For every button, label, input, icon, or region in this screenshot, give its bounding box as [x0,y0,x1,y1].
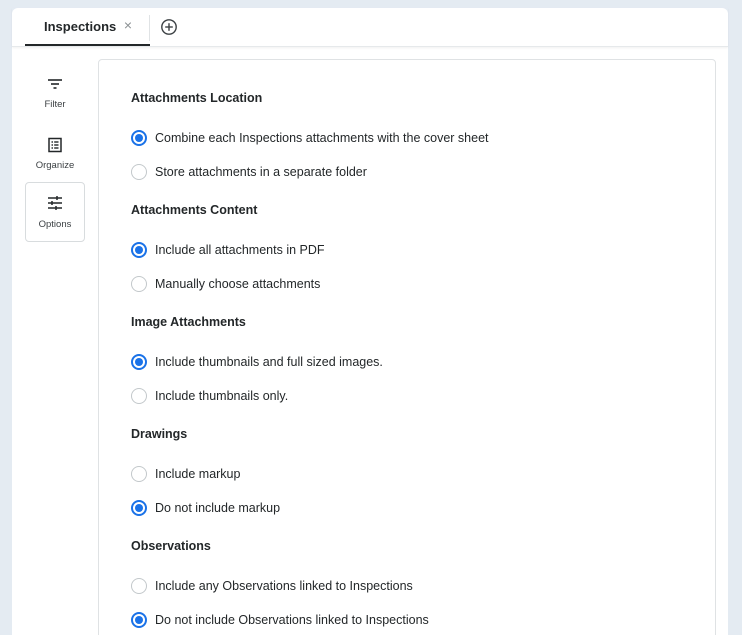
section-title-observations: Observations [131,539,211,553]
options-content: Attachments Location Combine each Inspec… [98,59,716,635]
section-title-attachments-location: Attachments Location [131,91,263,105]
radio-button[interactable] [131,276,147,292]
radio-button[interactable] [131,578,147,594]
close-icon[interactable]: × [121,18,135,32]
radio-button[interactable] [131,130,147,146]
radio-button[interactable] [131,500,147,516]
sidebar-item-label: Options [38,219,72,230]
list-box-icon [48,137,62,153]
radio-label: Include all attachments in PDF [155,243,325,257]
sliders-icon [48,196,62,210]
tab-divider [149,15,150,41]
radio-label: Include thumbnails and full sized images… [155,355,383,369]
export-panel: Inspections × Filter Organize Options At… [12,8,728,635]
sidebar-item-options[interactable]: Options [25,182,85,242]
section-title-image-attachments: Image Attachments [131,315,246,329]
radio-button[interactable] [131,612,147,628]
sidebar-item-organize[interactable]: Organize [25,123,85,183]
radio-label: Store attachments in a separate folder [155,165,367,179]
filter-icon [48,79,62,89]
radio-label: Include any Observations linked to Inspe… [155,579,413,593]
add-tab-button[interactable] [160,18,178,36]
radio-button[interactable] [131,354,147,370]
radio-label: Include thumbnails only. [155,389,289,403]
radio-button[interactable] [131,164,147,180]
radio-button[interactable] [131,242,147,258]
sidebar-item-label: Filter [44,99,66,110]
radio-label: Manually choose attachments [155,277,321,291]
sidebar-item-filter[interactable]: Filter [25,62,85,122]
tab-bar: Inspections × [12,8,728,47]
radio-label: Do not include Observations linked to In… [155,613,429,627]
radio-button[interactable] [131,466,147,482]
radio-label: Do not include markup [155,501,281,515]
tab-inspections[interactable]: Inspections × [25,8,150,46]
radio-label: Include markup [155,467,241,481]
section-title-drawings: Drawings [131,427,188,441]
plus-circle-icon [161,19,177,35]
radio-button[interactable] [131,388,147,404]
sidebar-item-label: Organize [35,160,75,171]
tab-label: Inspections [44,19,117,34]
section-title-attachments-content: Attachments Content [131,203,258,217]
radio-label: Combine each Inspections attachments wit… [155,131,489,145]
